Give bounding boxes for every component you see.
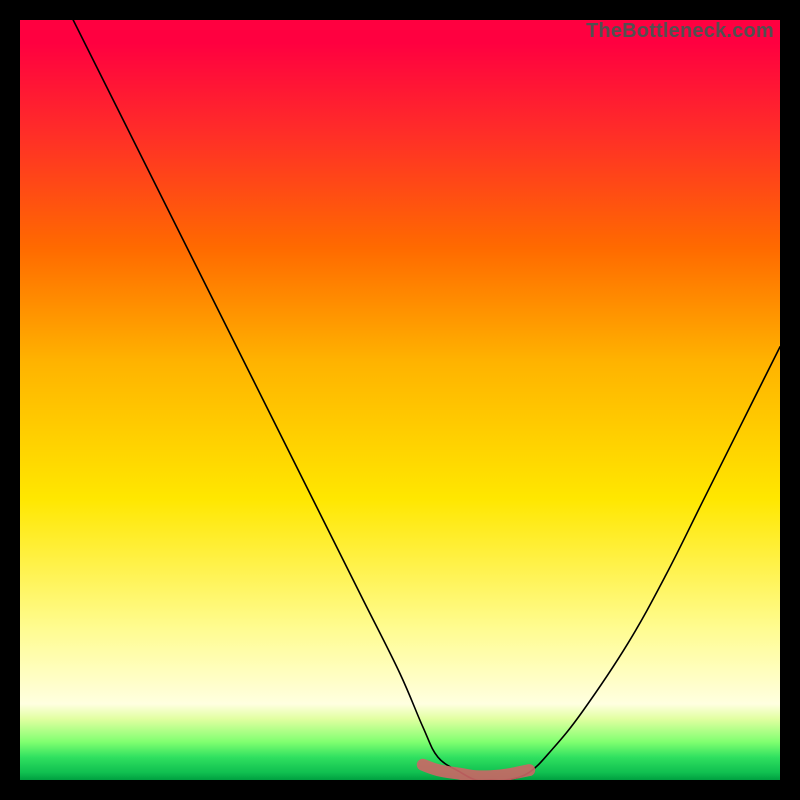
- highlight-band-path: [423, 765, 529, 777]
- chart-frame: TheBottleneck.com: [20, 20, 780, 780]
- chart-svg: [20, 20, 780, 780]
- bottleneck-curve-path: [73, 20, 780, 780]
